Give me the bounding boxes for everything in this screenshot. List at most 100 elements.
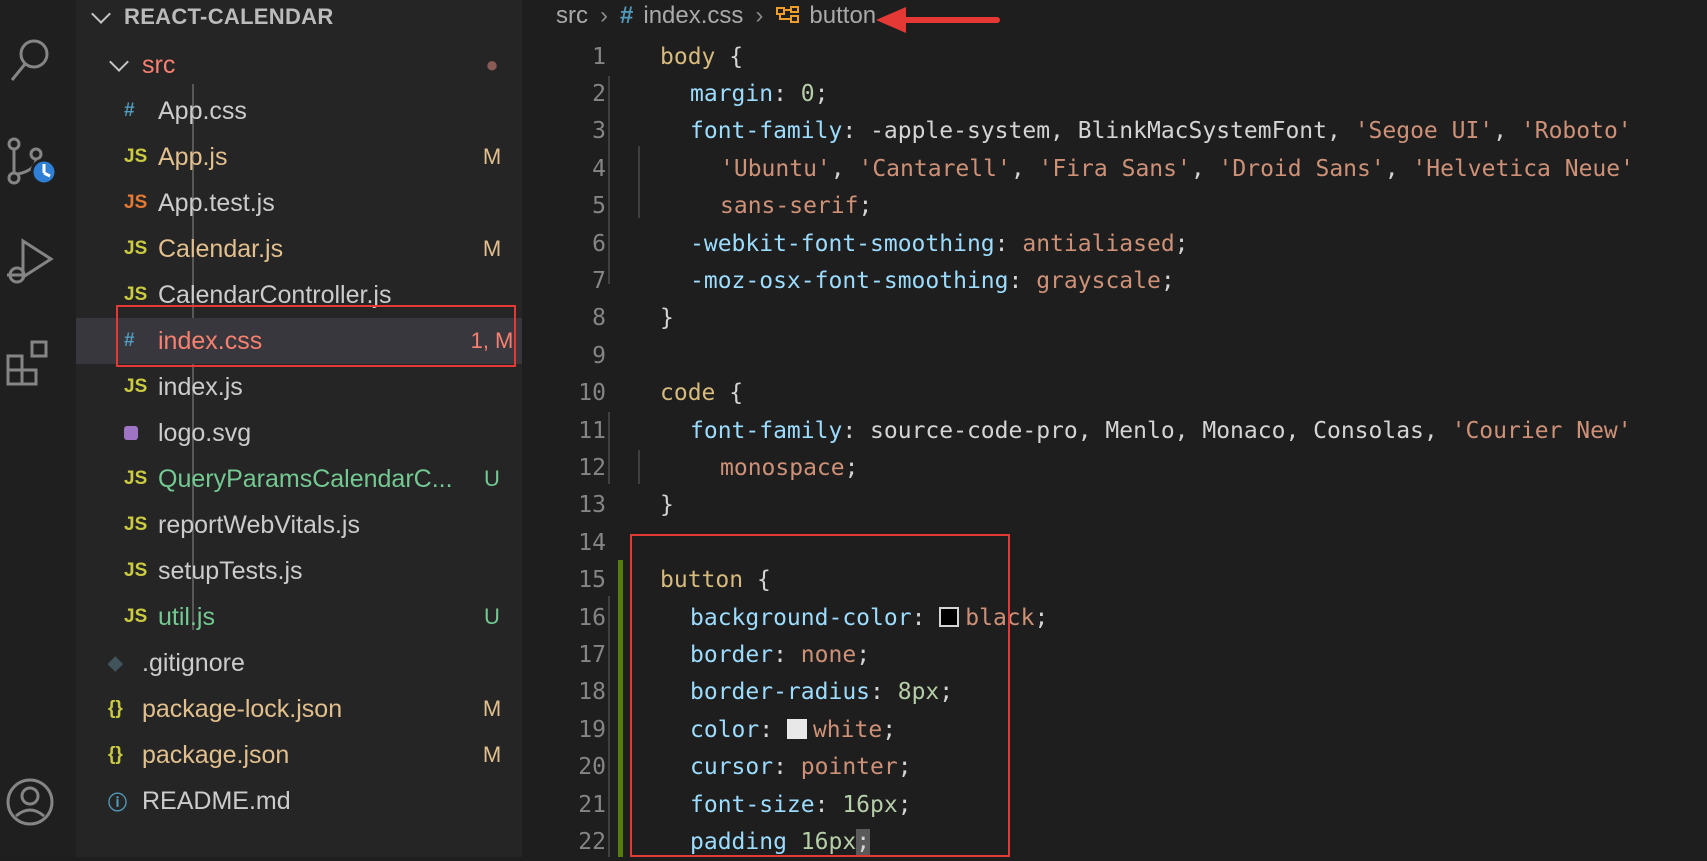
punctuation: ,: [1384, 155, 1413, 182]
file-item[interactable]: JS QueryParamsCalendarC... U: [76, 456, 522, 502]
account-icon[interactable]: [0, 770, 60, 834]
file-badge: U: [484, 466, 500, 491]
line-number: 4: [592, 155, 606, 182]
file-name: Calendar.js: [158, 234, 284, 263]
file-name: logo.svg: [158, 418, 252, 447]
punctuation: }: [660, 305, 674, 332]
line-number: 6: [592, 230, 606, 257]
punctuation: :: [870, 679, 898, 706]
search-icon[interactable]: [0, 28, 60, 92]
extensions-icon[interactable]: [0, 330, 60, 394]
property: font-family: [690, 417, 843, 444]
code-line: 7 -moz-osx-font-smoothing: grayscale;: [522, 262, 1707, 299]
project-title: REACT-CALENDAR: [124, 4, 334, 29]
code-text: font-family: source-code-pro, Menlo, Mon…: [690, 418, 1632, 444]
line-number: 16: [578, 604, 606, 631]
file-item-selected[interactable]: # index.css 1, M: [76, 318, 522, 364]
file-name: package.json: [142, 740, 290, 769]
js-file-icon: JS: [124, 514, 148, 535]
test-file-icon: JS: [124, 192, 148, 213]
file-item[interactable]: # App.css: [76, 88, 522, 134]
selector: code: [660, 380, 716, 407]
code-line: 2 margin: 0;: [522, 75, 1707, 112]
code-lines: 1 body { 2 margin: 0; 3 font-family: -ap…: [522, 38, 1707, 861]
css-file-icon: #: [124, 100, 135, 121]
text-cursor: ;: [856, 828, 871, 855]
punctuation: ;: [897, 754, 912, 781]
file-item[interactable]: JS reportWebVitals.js: [76, 502, 522, 548]
line-number: 8: [592, 305, 606, 332]
punctuation: ;: [897, 791, 912, 818]
line-number: 2: [592, 81, 606, 108]
code-line: 6 -webkit-font-smoothing: antialiased;: [522, 225, 1707, 262]
file-item[interactable]: JS Calendar.js M: [76, 226, 522, 272]
code-line: 20 cursor: pointer;: [522, 748, 1707, 785]
code-line: 5 sans-serif;: [522, 188, 1707, 225]
color-swatch[interactable]: [939, 606, 960, 627]
code-text: border: none;: [690, 642, 870, 668]
file-item[interactable]: {} package-lock.json M: [76, 686, 522, 732]
punctuation: ,: [830, 155, 859, 182]
line-number: 19: [578, 716, 606, 743]
file-name: util.js: [158, 602, 215, 631]
js-file-icon: JS: [124, 238, 148, 259]
file-item[interactable]: JS index.js: [76, 364, 522, 410]
file-name: App.test.js: [158, 188, 275, 217]
code-line: 3 font-family: -apple-system, BlinkMacSy…: [522, 113, 1707, 150]
file-badge: M: [482, 144, 502, 169]
file-item[interactable]: JS App.js M: [76, 134, 522, 180]
git-file-icon: ◆: [108, 652, 123, 674]
file-item[interactable]: JS CalendarController.js: [76, 272, 522, 318]
folder-label: src: [142, 50, 176, 79]
file-item[interactable]: {} package.json M: [76, 732, 522, 778]
punctuation: :: [759, 716, 787, 743]
punctuation: ;: [1034, 604, 1049, 631]
file-item[interactable]: JS setupTests.js: [76, 548, 522, 594]
file-name: reportWebVitals.js: [158, 510, 360, 539]
value: 0: [800, 81, 815, 108]
activity-bar: [0, 0, 76, 857]
file-item[interactable]: JS App.test.js: [76, 180, 522, 226]
file-badge: U: [484, 604, 500, 629]
line-number: 18: [578, 679, 606, 706]
file-item[interactable]: ⓘ README.md: [76, 778, 522, 824]
code-line: 10 code {: [522, 375, 1707, 412]
breadcrumb-symbol[interactable]: button: [809, 2, 876, 30]
string: 'Courier New': [1451, 417, 1632, 444]
folder-src[interactable]: src ●: [76, 42, 522, 88]
js-file-icon: JS: [124, 468, 148, 489]
string: 'Segoe UI': [1354, 118, 1494, 145]
value: grayscale: [1036, 268, 1161, 295]
file-name: App.css: [158, 96, 247, 125]
breadcrumb: src › # index.css › button: [556, 0, 876, 32]
file-name: index.css: [158, 326, 263, 355]
file-name: CalendarController.js: [158, 280, 392, 309]
js-file-icon: JS: [124, 146, 148, 167]
code-text: sans-serif;: [720, 193, 872, 219]
color-swatch[interactable]: [786, 718, 807, 739]
css-file-icon: #: [620, 2, 634, 29]
annotation-arrow: [876, 7, 1000, 33]
property: border: [690, 641, 774, 668]
breadcrumb-file[interactable]: index.css: [643, 2, 743, 30]
code-line: 1 body {: [522, 38, 1707, 75]
punctuation: :: [911, 604, 940, 631]
file-name: QueryParamsCalendarC...: [158, 464, 453, 493]
run-debug-icon[interactable]: [0, 230, 60, 294]
string: 'Fira Sans': [1038, 155, 1191, 182]
code-line: 16 background-color: black;: [522, 599, 1707, 636]
file-item[interactable]: ◆ .gitignore: [76, 640, 522, 686]
punctuation: {: [715, 380, 744, 407]
code-text: code {: [660, 380, 743, 406]
file-item[interactable]: logo.svg: [76, 410, 522, 456]
code-text: color: white;: [690, 717, 896, 743]
file-item[interactable]: JS util.js U: [76, 594, 522, 640]
source-control-icon[interactable]: [0, 130, 60, 194]
punctuation: {: [715, 43, 744, 70]
string: 'Roboto': [1520, 118, 1632, 145]
json-file-icon: {}: [108, 698, 123, 719]
breadcrumb-folder[interactable]: src: [556, 2, 588, 30]
code-editor[interactable]: src › # index.css › button 1 body { 2 ma…: [522, 0, 1707, 857]
explorer-header[interactable]: REACT-CALENDAR: [86, 0, 334, 34]
code-line: 19 color: white;: [522, 711, 1707, 748]
